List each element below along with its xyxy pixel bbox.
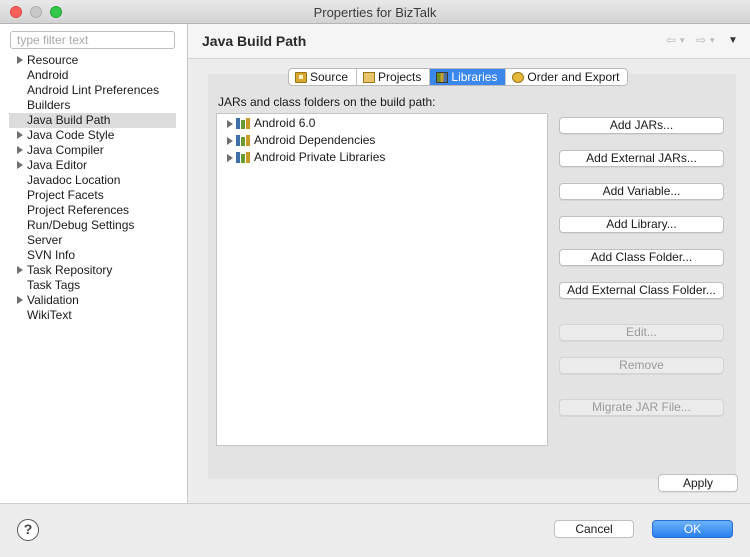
sidebar-item-run-debug-settings[interactable]: Run/Debug Settings	[9, 218, 176, 233]
library-list[interactable]: Android 6.0 Android Dependencies Android…	[216, 113, 548, 446]
library-icon	[236, 152, 251, 163]
tab-bar: Source Projects Libraries Order and Expo…	[288, 68, 629, 86]
projects-icon	[363, 71, 376, 83]
sidebar-item-label: Java Compiler	[27, 143, 104, 157]
order-export-icon	[512, 71, 525, 83]
build-path-label: JARs and class folders on the build path…	[218, 95, 436, 109]
sidebar-item-wikitext[interactable]: WikiText	[9, 308, 176, 323]
add-variable-button[interactable]: Add Variable...	[559, 183, 724, 200]
sidebar-item-javadoc-location[interactable]: Javadoc Location	[9, 173, 176, 188]
sidebar: Resource Android Android Lint Preference…	[0, 24, 188, 503]
sidebar-item-label: Server	[27, 233, 63, 247]
sidebar-item-task-tags[interactable]: Task Tags	[9, 278, 176, 293]
library-icon	[236, 118, 251, 129]
view-menu-icon[interactable]: ▼	[728, 35, 738, 46]
cancel-button[interactable]: Cancel	[554, 520, 634, 538]
filter-input[interactable]	[10, 31, 175, 49]
migrate-jar-button[interactable]: Migrate JAR File...	[559, 399, 724, 416]
apply-button[interactable]: Apply	[658, 474, 738, 492]
sidebar-item-label: Javadoc Location	[27, 173, 121, 187]
sidebar-item-android-lint-preferences[interactable]: Android Lint Preferences	[9, 83, 176, 98]
expand-arrow-icon[interactable]	[227, 120, 233, 128]
expand-arrow-icon[interactable]	[17, 56, 23, 64]
tab-label: Libraries	[451, 70, 498, 84]
sidebar-item-project-facets[interactable]: Project Facets	[9, 188, 176, 203]
sidebar-item-builders[interactable]: Builders	[9, 98, 176, 113]
page-title: Java Build Path	[202, 33, 307, 49]
tab-label: Projects	[378, 70, 422, 84]
dialog-footer: ? Cancel OK	[0, 503, 750, 557]
tab-source[interactable]: Source	[289, 69, 358, 85]
add-external-class-folder-button[interactable]: Add External Class Folder...	[559, 282, 724, 299]
add-external-jars-button[interactable]: Add External JARs...	[559, 150, 724, 167]
sidebar-item-label: WikiText	[27, 308, 72, 322]
expand-arrow-icon[interactable]	[17, 146, 23, 154]
expand-arrow-icon[interactable]	[17, 296, 23, 304]
tab-label: Order and Export	[527, 70, 620, 84]
sidebar-item-android[interactable]: Android	[9, 68, 176, 83]
list-item-label: Android Dependencies	[254, 133, 376, 147]
back-dropdown-icon[interactable]: ▾	[680, 35, 685, 46]
sidebar-item-project-references[interactable]: Project References	[9, 203, 176, 218]
edit-button[interactable]: Edit...	[559, 324, 724, 341]
sidebar-item-label: Project Facets	[27, 188, 104, 202]
forward-dropdown-icon[interactable]: ▾	[710, 35, 715, 46]
list-item-android-private-libraries[interactable]: Android Private Libraries	[226, 150, 385, 165]
list-item-android-6[interactable]: Android 6.0	[226, 116, 315, 131]
sidebar-item-svn-info[interactable]: SVN Info	[9, 248, 176, 263]
list-item-label: Android Private Libraries	[254, 150, 386, 164]
expand-arrow-icon[interactable]	[227, 137, 233, 145]
tab-libraries[interactable]: Libraries	[430, 69, 507, 85]
sidebar-item-label: Validation	[27, 293, 79, 307]
list-item-android-dependencies[interactable]: Android Dependencies	[226, 133, 375, 148]
sidebar-item-server[interactable]: Server	[9, 233, 176, 248]
add-jars-button[interactable]: Add JARs...	[559, 117, 724, 134]
forward-arrow-icon[interactable]: ⇨	[696, 33, 706, 47]
sidebar-item-label: Project References	[27, 203, 130, 217]
sidebar-item-label: Java Build Path	[27, 113, 111, 127]
source-folder-icon	[295, 71, 307, 83]
add-class-folder-button[interactable]: Add Class Folder...	[559, 249, 724, 266]
sidebar-item-java-code-style[interactable]: Java Code Style	[9, 128, 176, 143]
list-item-label: Android 6.0	[254, 116, 316, 130]
ok-button[interactable]: OK	[652, 520, 733, 538]
expand-arrow-icon[interactable]	[17, 131, 23, 139]
sidebar-item-label: Resource	[27, 53, 79, 67]
sidebar-item-label: Java Editor	[27, 158, 88, 172]
property-tree: Resource Android Android Lint Preference…	[9, 53, 176, 323]
main-content: Java Build Path ⇦ ▾ ⇨ ▾ ▼ Source Project…	[188, 24, 750, 503]
back-arrow-icon[interactable]: ⇦	[666, 33, 676, 47]
sidebar-item-validation[interactable]: Validation	[9, 293, 176, 308]
sidebar-item-label: Builders	[27, 98, 71, 112]
sidebar-item-label: SVN Info	[27, 248, 76, 262]
sidebar-item-java-compiler[interactable]: Java Compiler	[9, 143, 176, 158]
sidebar-item-java-build-path[interactable]: Java Build Path	[9, 113, 176, 128]
expand-arrow-icon[interactable]	[227, 154, 233, 162]
window-titlebar: Properties for BizTalk	[0, 0, 750, 24]
sidebar-item-label: Task Repository	[27, 263, 113, 277]
help-icon[interactable]: ?	[17, 519, 39, 541]
page-header: Java Build Path ⇦ ▾ ⇨ ▾ ▼	[188, 24, 750, 59]
expand-arrow-icon[interactable]	[17, 266, 23, 274]
add-library-button[interactable]: Add Library...	[559, 216, 724, 233]
libraries-icon	[436, 71, 449, 83]
expand-arrow-icon[interactable]	[17, 161, 23, 169]
sidebar-item-task-repository[interactable]: Task Repository	[9, 263, 176, 278]
sidebar-item-label: Task Tags	[27, 278, 81, 292]
sidebar-item-resource[interactable]: Resource	[9, 53, 176, 68]
sidebar-item-label: Android	[27, 68, 69, 82]
window-title: Properties for BizTalk	[313, 5, 437, 20]
remove-button[interactable]: Remove	[559, 357, 724, 374]
sidebar-item-label: Run/Debug Settings	[27, 218, 135, 232]
tab-projects[interactable]: Projects	[357, 69, 431, 85]
sidebar-item-java-editor[interactable]: Java Editor	[9, 158, 176, 173]
tab-label: Source	[310, 70, 349, 84]
tab-order-and-export[interactable]: Order and Export	[506, 69, 627, 85]
sidebar-item-label: Android Lint Preferences	[27, 83, 160, 97]
sidebar-item-label: Java Code Style	[27, 128, 115, 142]
library-icon	[236, 135, 251, 146]
